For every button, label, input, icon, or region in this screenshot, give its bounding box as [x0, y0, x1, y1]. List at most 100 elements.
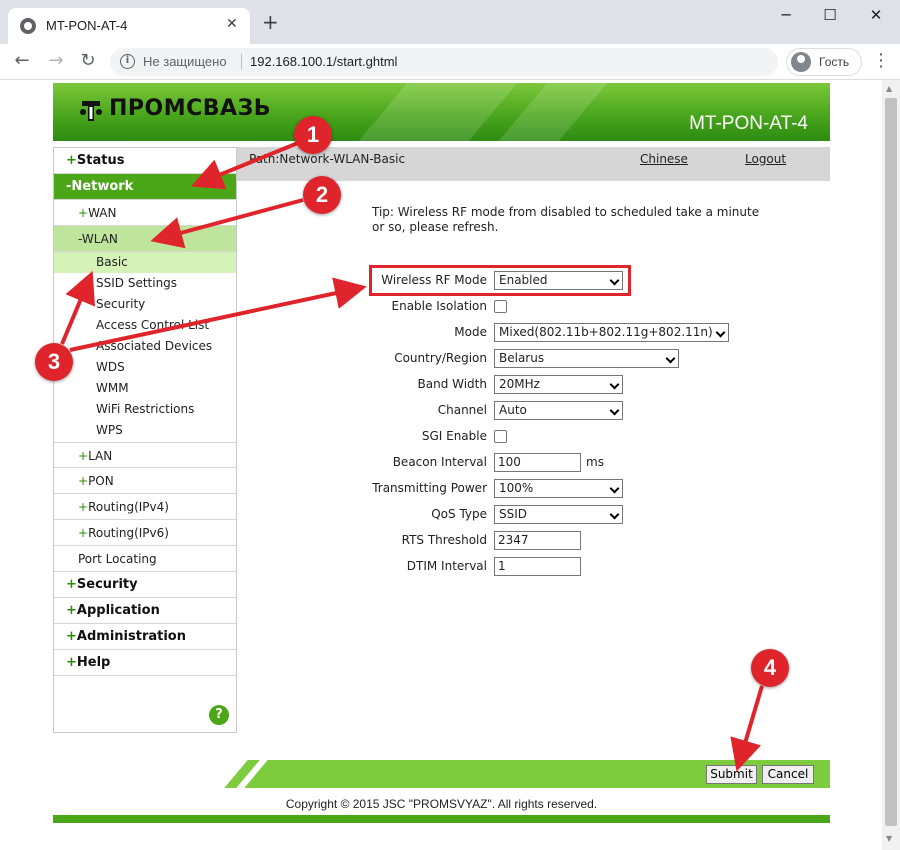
sidebar-item-label: WLAN [81, 232, 118, 246]
sidebar-item-status[interactable]: +Status [54, 148, 236, 174]
rts-input[interactable]: 2347 [494, 531, 581, 550]
channel-select[interactable]: Auto [494, 401, 623, 420]
brand-logo-text: ПРОМСВАЗЬ [109, 96, 271, 121]
mode-select[interactable]: Mixed(802.11b+802.11g+802.11n) [494, 323, 729, 342]
sidebar-item-ssid-settings[interactable]: SSID Settings [96, 273, 236, 294]
sidebar-item-label: LAN [88, 449, 113, 463]
beacon-label: Beacon Interval [392, 455, 487, 469]
page-scrollbar[interactable]: ▲ ▼ [882, 80, 900, 850]
sidebar-item-wifi-restrictions[interactable]: WiFi Restrictions [96, 399, 236, 420]
sidebar-item-pon[interactable]: +PON [54, 468, 236, 494]
rts-label: RTS Threshold [401, 533, 487, 547]
isolation-checkbox[interactable] [494, 300, 507, 313]
chevron-down-icon [715, 327, 726, 338]
browser-menu-icon[interactable]: ⋮ [872, 50, 890, 71]
logout-link[interactable]: Logout [745, 152, 786, 166]
sgi-checkbox[interactable] [494, 430, 507, 443]
bandwidth-select[interactable]: 20MHz [494, 375, 623, 394]
sidebar-item-label: Status [76, 153, 125, 168]
sidebar-item-label: Routing(IPv6) [88, 526, 169, 540]
minimize-button[interactable]: ─ [776, 6, 796, 24]
bottom-bar [53, 815, 830, 823]
country-label: Country/Region [394, 351, 487, 365]
bandwidth-label: Band Width [417, 377, 488, 391]
router-header: ПРОМСВАЗЬ MT-PON-AT-4 [53, 83, 830, 141]
chevron-down-icon [609, 509, 620, 520]
promsvyaz-logo-icon [80, 101, 102, 121]
sidebar-item-wmm[interactable]: WMM [96, 378, 236, 399]
sidebar-nav: +Status -Network +WAN -WLAN Basic SSID S… [53, 147, 237, 733]
channel-label: Channel [437, 403, 487, 417]
forward-button[interactable]: → [46, 50, 66, 72]
guest-avatar-icon [791, 52, 811, 72]
sidebar-item-administration[interactable]: +Administration [54, 624, 236, 650]
sidebar-item-routing-ipv6[interactable]: +Routing(IPv6) [54, 520, 236, 546]
beacon-unit: ms [586, 455, 604, 469]
sidebar-item-help[interactable]: +Help [54, 650, 236, 676]
profile-button[interactable]: Гость [786, 48, 862, 76]
scrollbar-thumb[interactable] [885, 98, 897, 826]
scroll-up-icon[interactable]: ▲ [886, 84, 892, 93]
channel-value: Auto [499, 403, 527, 417]
qos-select[interactable]: SSID [494, 505, 623, 524]
qos-value: SSID [499, 507, 528, 521]
omnibox-divider [241, 54, 242, 70]
sgi-label: SGI Enable [421, 429, 487, 443]
copyright-text: Copyright © 2015 JSC "PROMSVYAZ". All ri… [285, 797, 598, 811]
power-label: Transmitting Power [372, 481, 487, 495]
chevron-down-icon [609, 483, 620, 494]
scroll-down-icon[interactable]: ▼ [886, 834, 892, 843]
dtim-input[interactable]: 1 [494, 557, 581, 576]
profile-label: Гость [819, 55, 850, 69]
sidebar-item-application[interactable]: +Application [54, 598, 236, 624]
browser-toolbar: ← → ↻ i Не защищено 192.168.100.1/start.… [0, 44, 900, 80]
sidebar-item-wps[interactable]: WPS [96, 420, 236, 441]
annotation-badge-4: 4 [751, 649, 789, 687]
url-text[interactable]: 192.168.100.1/start.ghtml [250, 54, 397, 69]
sidebar-item-label: Application [76, 603, 160, 618]
sidebar-item-lan[interactable]: +LAN [54, 442, 236, 468]
browser-tab[interactable]: MT-PON-AT-4 ✕ [8, 8, 250, 44]
annotation-badge-2: 2 [303, 176, 341, 214]
help-icon[interactable]: ? [209, 705, 229, 725]
submit-button[interactable]: Submit [706, 765, 757, 784]
sidebar-item-security[interactable]: +Security [54, 572, 236, 598]
chevron-down-icon [609, 379, 620, 390]
sidebar-item-access-control-list[interactable]: Access Control List [96, 315, 236, 336]
reload-button[interactable]: ↻ [78, 50, 98, 72]
sidebar-item-network[interactable]: -Network [54, 174, 236, 200]
sidebar-item-associated-devices[interactable]: Associated Devices [96, 336, 236, 357]
chevron-down-icon [609, 405, 620, 416]
annotation-badge-3: 3 [35, 343, 73, 381]
info-icon[interactable]: i [120, 54, 135, 69]
sidebar-item-label: Help [76, 655, 111, 670]
cancel-button[interactable]: Cancel [762, 765, 814, 784]
country-value: Belarus [499, 351, 545, 365]
maximize-button[interactable]: ☐ [820, 6, 840, 24]
chevron-down-icon [665, 353, 676, 364]
sidebar-item-wlan[interactable]: -WLAN [54, 226, 236, 252]
sidebar-item-wan[interactable]: +WAN [54, 200, 236, 226]
sidebar-item-wds[interactable]: WDS [96, 357, 236, 378]
country-select[interactable]: Belarus [494, 349, 679, 368]
browser-titlebar: MT-PON-AT-4 ✕ + ─ ☐ ✕ [0, 0, 900, 44]
sidebar-item-security-wlan[interactable]: Security [96, 294, 236, 315]
sidebar-item-label: PON [88, 474, 114, 488]
back-button[interactable]: ← [12, 50, 32, 72]
isolation-label: Enable Isolation [391, 299, 488, 313]
annotation-badge-1: 1 [294, 116, 332, 154]
chinese-link[interactable]: Chinese [640, 152, 688, 166]
tab-title: MT-PON-AT-4 [46, 18, 128, 33]
power-select[interactable]: 100% [494, 479, 623, 498]
tip-text: Tip: Wireless RF mode from disabled to s… [372, 205, 760, 234]
close-window-button[interactable]: ✕ [866, 6, 886, 24]
sidebar-item-basic[interactable]: Basic [54, 252, 236, 273]
rf-mode-highlight [369, 265, 631, 296]
new-tab-button[interactable]: + [262, 12, 279, 32]
sidebar-item-routing-ipv4[interactable]: +Routing(IPv4) [54, 494, 236, 520]
beacon-input[interactable]: 100 [494, 453, 581, 472]
power-value: 100% [499, 481, 534, 495]
close-tab-icon[interactable]: ✕ [226, 16, 238, 32]
address-bar[interactable]: i Не защищено 192.168.100.1/start.ghtml [110, 48, 778, 76]
sidebar-item-port-locating[interactable]: Port Locating [54, 546, 236, 572]
